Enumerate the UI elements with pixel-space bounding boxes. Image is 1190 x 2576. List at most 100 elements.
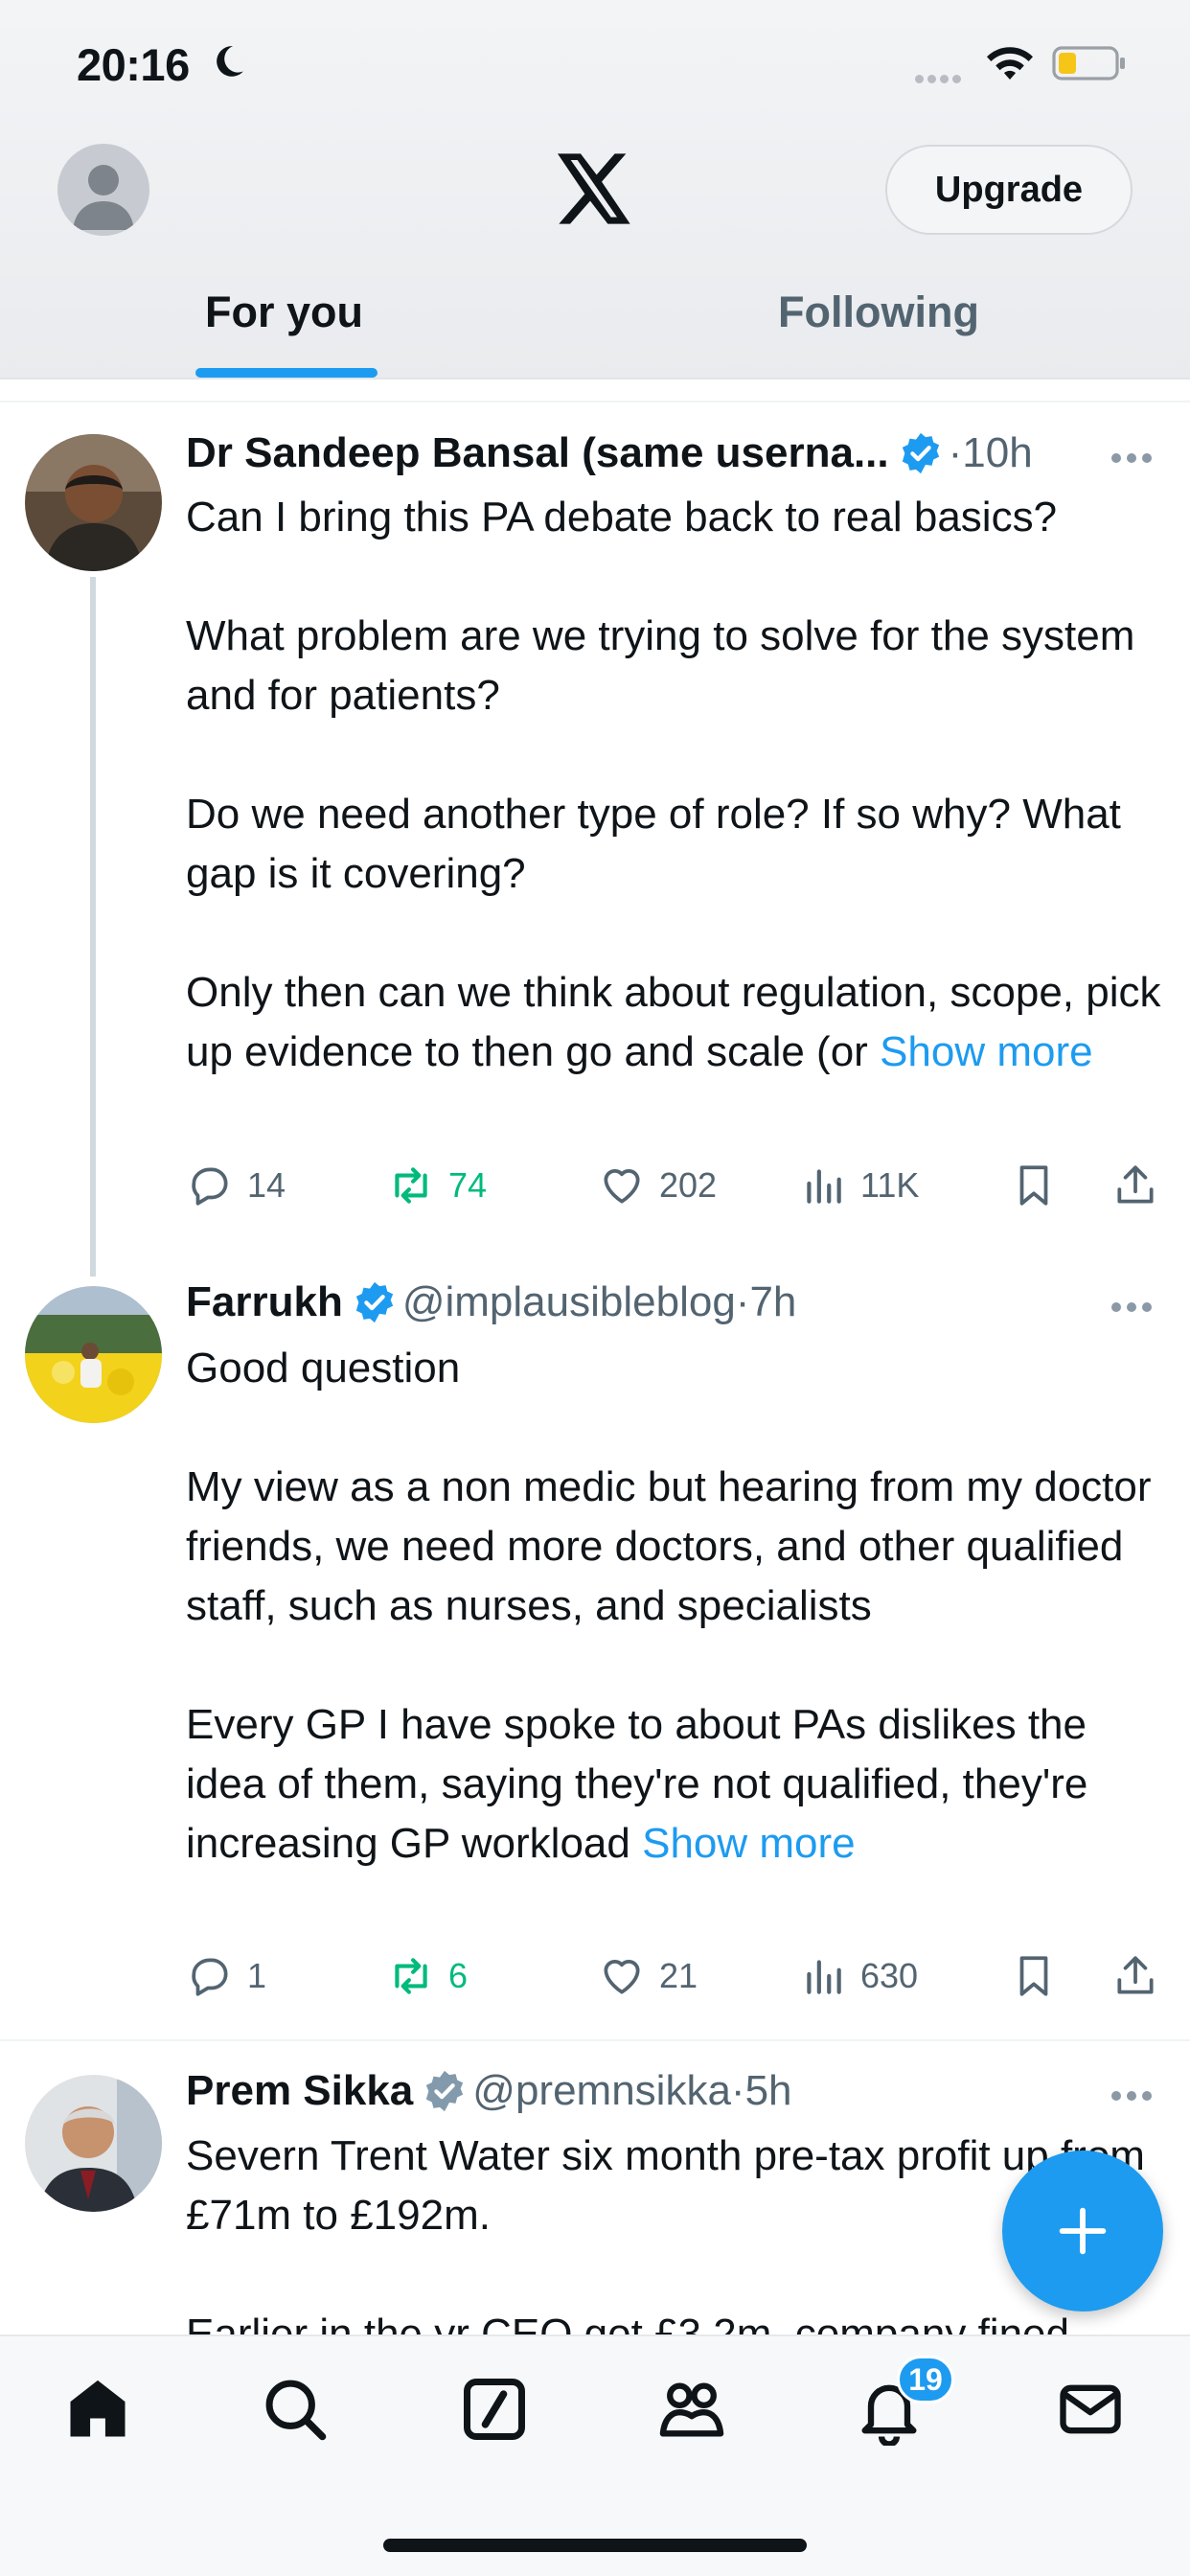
status-time: 20:16 xyxy=(77,39,190,90)
tweet-paragraph: Only then can we think about regulation,… xyxy=(186,963,1173,1082)
battery-icon xyxy=(1052,46,1125,80)
analytics-icon xyxy=(807,1960,841,1994)
active-tab-indicator xyxy=(195,368,378,378)
reply-button[interactable]: 14 xyxy=(186,1157,286,1214)
nav-search[interactable] xyxy=(259,2373,332,2446)
repost-count: 6 xyxy=(448,1956,469,1995)
verified-badge-icon xyxy=(426,2070,464,2112)
avatar[interactable] xyxy=(25,434,162,571)
repost-count: 74 xyxy=(448,1165,488,1205)
verified-badge-icon xyxy=(902,432,939,474)
separator-dot: · xyxy=(735,1278,750,1325)
tweet-text: Can I bring this PA debate back to real … xyxy=(186,488,1173,1082)
share-icon xyxy=(1117,1956,1154,1994)
bookmark-icon xyxy=(1019,1165,1048,1206)
repost-button[interactable]: 74 xyxy=(387,1157,487,1214)
tweet-actions: 14 74 202 11K xyxy=(186,1157,1173,1214)
bookmark-button[interactable] xyxy=(1010,1157,1071,1214)
analytics-icon xyxy=(807,1169,841,1204)
views-count: 11K xyxy=(860,1165,920,1205)
like-count: 21 xyxy=(659,1956,698,1995)
author-handle[interactable]: @premnsikka xyxy=(472,2067,731,2115)
top-bar: 20:16 Upgrade For you Following xyxy=(0,0,1190,380)
thread-connector xyxy=(90,577,96,1276)
tweet-time[interactable]: 10h xyxy=(962,429,1032,477)
tweet-paragraph-text: Every GP I have spoke to about PAs disli… xyxy=(186,1701,1088,1867)
tweet-paragraph: Do we need another type of role? If so w… xyxy=(186,791,1121,897)
status-bar: 20:16 xyxy=(0,0,1190,125)
author-handle[interactable]: @implausibleblog xyxy=(402,1278,736,1326)
tab-following[interactable]: Following xyxy=(778,288,979,337)
notifications-badge: 19 xyxy=(897,2356,954,2404)
tweet-paragraph: Good question xyxy=(186,1345,461,1392)
show-more-link[interactable]: Show more xyxy=(642,1820,856,1867)
tweet-time[interactable]: 5h xyxy=(745,2067,792,2115)
bookmark-button[interactable] xyxy=(1010,1947,1071,2005)
tweet-header: Prem Sikka @premnsikka · 5h xyxy=(186,2067,792,2115)
heart-icon xyxy=(604,1169,640,1204)
reply-button[interactable]: 1 xyxy=(186,1947,266,2005)
communities-icon xyxy=(659,2382,724,2437)
author-name[interactable]: Farrukh xyxy=(186,1278,343,1326)
nav-home[interactable] xyxy=(61,2373,134,2446)
plus-icon xyxy=(1059,2207,1107,2255)
reply-icon xyxy=(192,1167,228,1206)
repost-button[interactable]: 6 xyxy=(387,1947,468,2005)
tweet-text: Good question My view as a non medic but… xyxy=(186,1339,1173,1874)
user-photo-sandeep xyxy=(25,434,162,571)
share-button[interactable] xyxy=(1111,1157,1173,1214)
more-options-icon[interactable] xyxy=(1111,450,1159,464)
like-button[interactable]: 21 xyxy=(598,1947,698,2005)
more-options-icon[interactable] xyxy=(1111,1300,1159,1313)
tweet-time[interactable]: 7h xyxy=(749,1278,796,1326)
wifi-icon xyxy=(987,47,1033,80)
home-indicator xyxy=(383,2539,807,2552)
author-name[interactable]: Prem Sikka xyxy=(186,2067,413,2115)
divider xyxy=(0,2039,1190,2041)
bookmark-icon xyxy=(1019,1956,1048,1996)
nav-communities[interactable] xyxy=(655,2373,728,2446)
tab-for-you[interactable]: For you xyxy=(205,288,363,337)
profile-avatar[interactable] xyxy=(57,144,149,236)
default-avatar-icon xyxy=(73,165,134,230)
home-icon xyxy=(70,2380,126,2437)
views-button[interactable]: 11K xyxy=(799,1157,919,1214)
reply-count: 1 xyxy=(247,1956,267,1995)
tweet-actions: 1 6 21 630 xyxy=(186,1947,1173,2005)
share-button[interactable] xyxy=(1111,1947,1173,2005)
grok-icon xyxy=(464,2379,525,2440)
like-button[interactable]: 202 xyxy=(598,1157,717,1214)
search-icon xyxy=(265,2380,327,2441)
verified-badge-icon xyxy=(355,1281,393,1323)
like-count: 202 xyxy=(659,1165,718,1205)
heart-icon xyxy=(604,1960,640,1994)
upgrade-button[interactable]: Upgrade xyxy=(885,145,1133,235)
tweet-paragraph: My view as a non medic but hearing from … xyxy=(186,1463,1152,1629)
divider xyxy=(0,401,1190,402)
share-icon xyxy=(1117,1165,1154,1204)
repost-icon xyxy=(395,1167,427,1204)
separator-dot: · xyxy=(948,429,963,476)
nav-messages[interactable] xyxy=(1054,2373,1127,2446)
user-photo-farrukh xyxy=(25,1286,162,1423)
messages-icon xyxy=(1060,2384,1121,2434)
more-options-icon[interactable] xyxy=(1111,2088,1159,2102)
views-button[interactable]: 630 xyxy=(799,1947,918,2005)
author-name[interactable]: Dr Sandeep Bansal (same userna... xyxy=(186,429,889,477)
reply-icon xyxy=(192,1958,228,1996)
tweet-paragraph: Can I bring this PA debate back to real … xyxy=(186,494,1058,540)
avatar[interactable] xyxy=(25,1286,162,1423)
cellular-signal-icon xyxy=(915,71,971,83)
moon-icon xyxy=(217,46,243,77)
show-more-link[interactable]: Show more xyxy=(880,1028,1093,1075)
tweet-header: Farrukh @implausibleblog · 7h xyxy=(186,1278,796,1326)
tweet-paragraph: What problem are we trying to solve for … xyxy=(186,612,1135,719)
compose-post-button[interactable] xyxy=(1002,2150,1163,2312)
x-logo-icon[interactable] xyxy=(557,153,633,224)
tweet-header: Dr Sandeep Bansal (same userna... · 10h xyxy=(186,429,1033,477)
nav-grok[interactable] xyxy=(458,2373,531,2446)
tweet-paragraph: Every GP I have spoke to about PAs disli… xyxy=(186,1695,1173,1874)
views-count: 630 xyxy=(860,1956,919,1995)
avatar[interactable] xyxy=(25,2075,162,2212)
user-photo-prem xyxy=(25,2075,162,2212)
